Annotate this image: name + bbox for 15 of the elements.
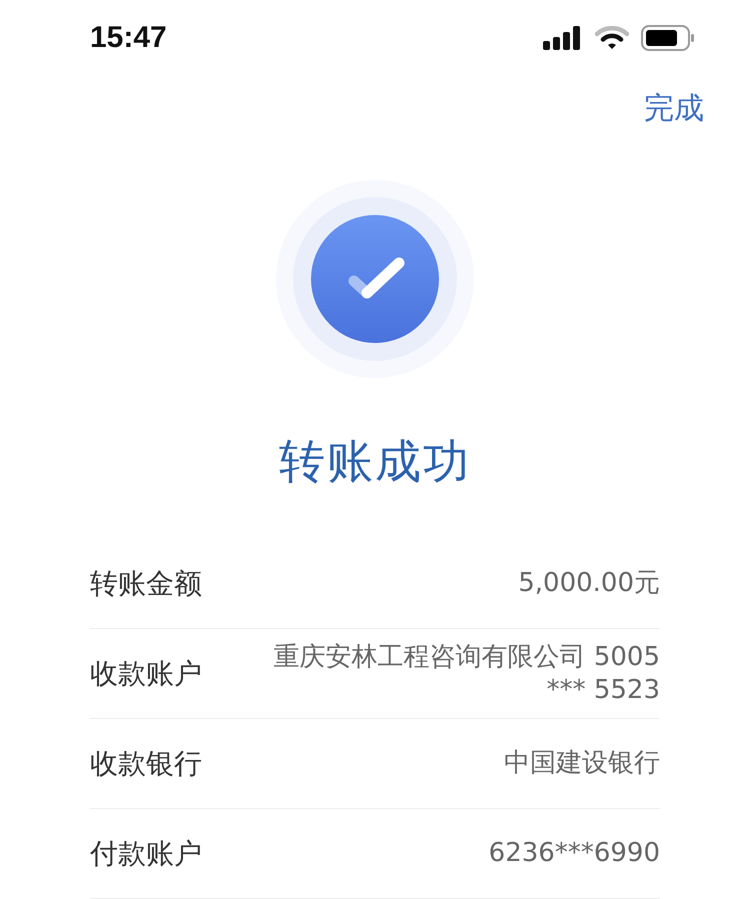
detail-label: 收款账户 <box>90 656 202 692</box>
wifi-icon <box>595 26 629 50</box>
success-check-icon <box>275 179 475 379</box>
detail-label: 转账金额 <box>90 566 202 602</box>
done-button[interactable]: 完成 <box>644 86 704 130</box>
detail-value: 6236***6990 <box>488 837 660 870</box>
battery-icon <box>641 25 695 52</box>
detail-value: 中国建设银行 <box>504 747 660 780</box>
detail-value: 5,000.00元 <box>518 567 660 600</box>
status-time: 15:47 <box>90 21 167 56</box>
detail-label: 付款账户 <box>90 836 202 872</box>
result-title: 转账成功 <box>279 433 471 490</box>
detail-value: 重庆安林工程咨询有限公司 5005 *** 5523 <box>272 640 660 706</box>
signal-icon <box>543 26 583 50</box>
detail-label: 收款银行 <box>90 746 202 782</box>
